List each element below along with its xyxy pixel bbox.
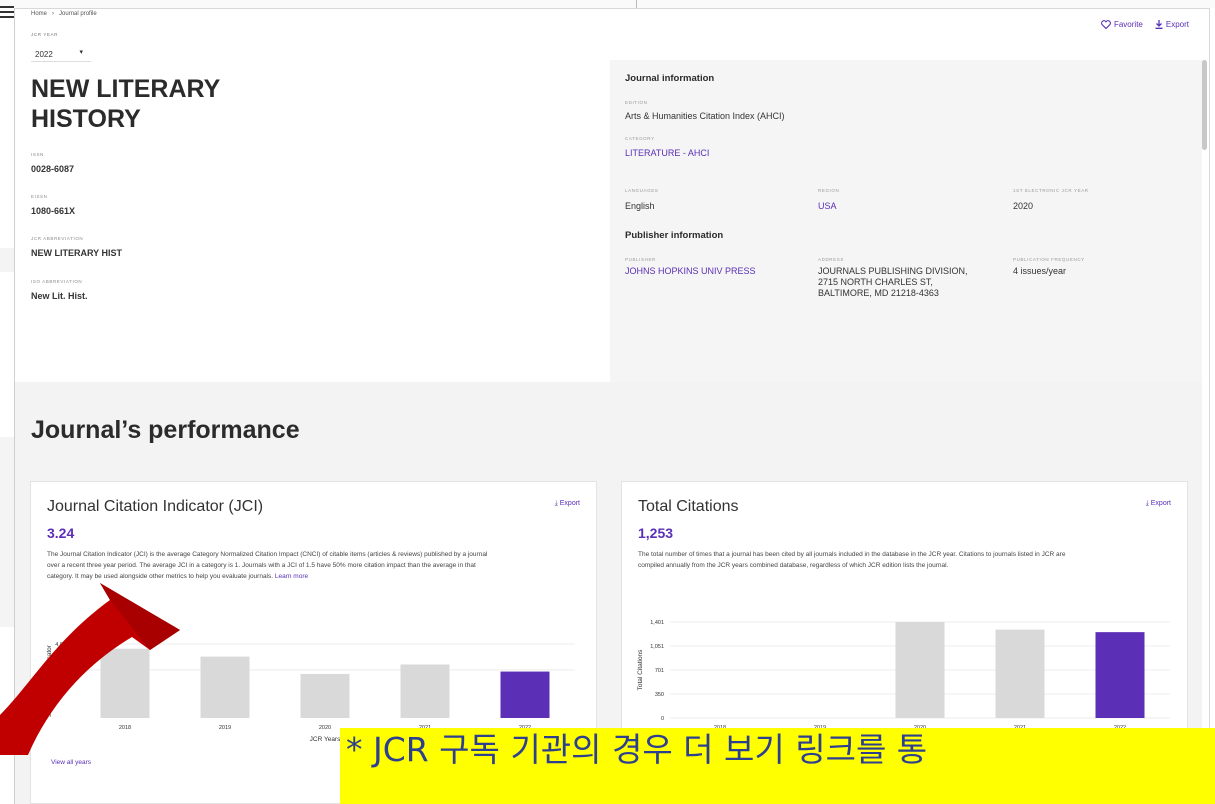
- category-label: CATEGORY: [625, 136, 655, 141]
- region-label: REGION: [818, 188, 840, 193]
- issn-label: ISSN: [31, 152, 44, 157]
- eissn-label: EISSN: [31, 194, 48, 199]
- jcr-abbreviation-value: NEW LITERARY HIST: [31, 248, 123, 258]
- download-icon: [1155, 20, 1163, 29]
- issn-value: 0028-6087: [31, 164, 75, 174]
- y-axis-label: Total Citations: [637, 649, 644, 691]
- publication-frequency-label: PUBLICATION FREQUENCY: [1013, 257, 1085, 262]
- bar: [500, 671, 550, 718]
- first-jcr-year-value: 2020: [1013, 201, 1034, 211]
- export-label: Export: [1165, 20, 1189, 29]
- export-button[interactable]: Export: [1155, 20, 1189, 29]
- jcr-year-select[interactable]: 2022 ▾: [31, 45, 91, 62]
- journal-information-heading: Journal information: [625, 73, 715, 84]
- performance-heading: Journal’s performance: [31, 416, 300, 444]
- top-strip: [0, 0, 1215, 8]
- x-axis-label: JCR Years: [310, 736, 341, 743]
- top-divider: [636, 0, 637, 8]
- annotation-note: * JCR 구독 기관의 경우 더 보기 링크를 통: [340, 728, 1215, 804]
- y-tick-label: 0: [661, 716, 664, 722]
- chevron-down-icon: ▾: [79, 49, 83, 56]
- chevron-right-icon: ›: [52, 11, 55, 17]
- journal-info-panel: Journal information EDITION Arts & Human…: [610, 60, 1202, 382]
- y-tick-label: 1,051: [650, 644, 664, 650]
- publisher-link[interactable]: JOHNS HOPKINS UNIV PRESS: [625, 266, 756, 277]
- menu-icon[interactable]: [0, 6, 14, 21]
- bar: [400, 664, 450, 718]
- address-line-1: JOURNALS PUBLISHING DIVISION,: [818, 266, 968, 276]
- edition-value: Arts & Humanities Citation Index (AHCI): [625, 111, 785, 121]
- publication-frequency-value: 4 issues/year: [1013, 266, 1067, 276]
- heart-icon: [1101, 20, 1111, 29]
- iso-abbreviation-label: ISO ABBREVIATION: [31, 279, 83, 284]
- breadcrumb-current: Journal profile: [59, 11, 97, 17]
- languages-label: LANGUAGES: [625, 188, 659, 193]
- bar: [895, 622, 945, 718]
- languages-value: English: [625, 201, 655, 211]
- address-label: ADDRESS: [818, 257, 844, 262]
- y-tick-label: 350: [655, 692, 664, 698]
- page-actions: Favorite Export: [1101, 20, 1189, 29]
- iso-abbreviation-value: New Lit. Hist.: [31, 291, 88, 301]
- region-link[interactable]: USA: [818, 201, 837, 212]
- view-all-years-link[interactable]: View all years: [51, 759, 91, 766]
- left-peek-panel: [0, 248, 14, 272]
- x-tick-label: 2020: [319, 725, 331, 731]
- x-tick-label: 2019: [219, 725, 231, 731]
- bar: [995, 629, 1045, 718]
- favorite-label: Favorite: [1113, 20, 1143, 29]
- y-tick-label: 1,401: [650, 620, 664, 626]
- eissn-value: 1080-661X: [31, 206, 76, 216]
- bar: [200, 656, 250, 718]
- bar: [300, 673, 350, 718]
- y-tick-label: 701: [655, 668, 664, 674]
- bar: [1095, 632, 1145, 718]
- breadcrumb-home[interactable]: Home: [31, 11, 47, 17]
- breadcrumb: Home › Journal profile: [31, 11, 97, 17]
- jcr-year-value: 2022: [35, 50, 53, 59]
- publisher-label: PUBLISHER: [625, 257, 656, 262]
- favorite-button[interactable]: Favorite: [1101, 20, 1143, 29]
- first-jcr-year-label: 1ST ELECTRONIC JCR YEAR: [1013, 188, 1089, 193]
- edition-label: EDITION: [625, 100, 648, 105]
- category-link[interactable]: LITERATURE - AHCI: [625, 148, 709, 159]
- red-curved-arrow-icon: [0, 583, 180, 755]
- address-line-2: 2715 NORTH CHARLES ST,: [818, 277, 933, 287]
- publisher-information-heading: Publisher information: [625, 230, 724, 241]
- address-line-3: BALTIMORE, MD 21218-4363: [818, 288, 939, 298]
- jcr-year-label: JCR YEAR: [31, 32, 58, 37]
- scrollbar[interactable]: [1202, 60, 1207, 150]
- jcr-abbreviation-label: JCR ABBREVIATION: [31, 236, 84, 241]
- journal-title: NEW LITERARY HISTORY: [31, 75, 220, 133]
